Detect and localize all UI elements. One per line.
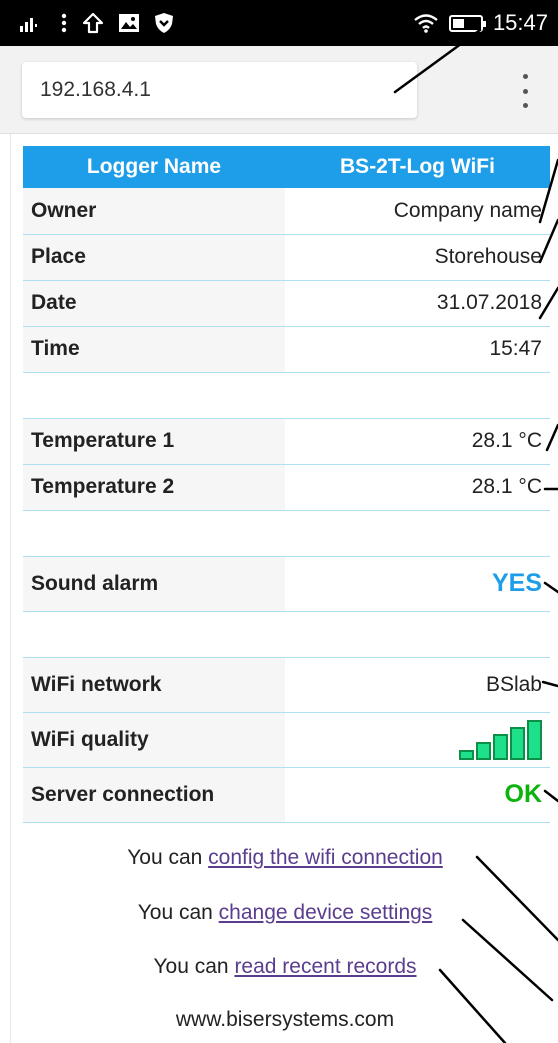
table-row-server-connection: Server connection OK [23,767,550,823]
table-spacer [23,372,550,419]
signal-bar [510,726,525,760]
footer-website: www.bisersystems.com [175,1008,395,1031]
table-row-place: Place Storehouse [23,234,550,281]
image-icon [118,13,140,33]
status-right: 15:47 [413,10,548,36]
table-row-wifi-quality: WiFi quality [23,712,550,768]
config-wifi-link[interactable]: config the wifi connection [208,846,443,869]
wifi-quality-bars-icon [459,719,542,760]
link-line-config-wifi: You can config the wifi connection [127,846,443,869]
signal-bar [527,719,542,760]
battery-icon [448,14,486,32]
wifi-network-label: WiFi network [23,657,285,713]
wifi-icon [413,13,439,33]
url-text: 192.168.4.1 [40,78,151,101]
status-left [20,12,174,34]
owner-value: Company name [285,188,550,235]
owner-label: Owner [23,188,285,235]
place-label: Place [23,234,285,281]
browser-toolbar: 192.168.4.1 [0,46,558,134]
link-line-device-settings: You can change device settings [137,901,433,924]
table-row-owner: Owner Company name [23,188,550,235]
table-spacer [23,510,550,557]
upload-icon [82,12,104,34]
sound-alarm-value: YES [491,569,542,597]
server-connection-label: Server connection [23,767,285,823]
time-value: 15:47 [285,326,550,373]
signal-bar [476,741,491,760]
menu-icon [60,13,68,33]
temperature-1-label: Temperature 1 [23,418,285,465]
header-logger-name-label: Logger Name [23,146,285,188]
temperature-2-label: Temperature 2 [23,464,285,511]
address-bar[interactable]: 192.168.4.1 [22,62,417,118]
page-content: Logger Name BS-2T-Log WiFi Owner Company… [10,134,558,1043]
wifi-quality-label: WiFi quality [23,712,285,768]
shield-icon [154,12,174,34]
status-time: 15:47 [492,10,548,35]
signal-bar [493,733,508,760]
signal-icon [20,14,46,32]
date-label: Date [23,280,285,327]
table-row-sound-alarm: Sound alarm YES [23,556,550,612]
table-spacer [23,611,550,658]
sound-alarm-label: Sound alarm [23,556,285,612]
server-connection-value: OK [504,780,543,808]
table-row-date: Date 31.07.2018 [23,280,550,327]
temperature-2-value: 28.1 °C [285,464,550,511]
wifi-network-value: BSlab [285,657,550,713]
read-recent-records-link[interactable]: read recent records [234,955,416,978]
signal-bar [459,749,474,760]
overflow-menu-icon[interactable] [512,74,538,108]
status-bar: 15:47 [0,0,558,46]
temperature-1-value: 28.1 °C [285,418,550,465]
table-row-time: Time 15:47 [23,326,550,373]
change-device-settings-link[interactable]: change device settings [219,901,433,924]
link-line-recent-records: You can read recent records [153,955,417,978]
table-row-wifi-network: WiFi network BSlab [23,657,550,713]
logger-info-table: Logger Name BS-2T-Log WiFi Owner Company… [23,146,550,823]
time-label: Time [23,326,285,373]
table-row-temperature-2: Temperature 2 28.1 °C [23,464,550,511]
table-header-row: Logger Name BS-2T-Log WiFi [23,146,550,188]
place-value: Storehouse [285,234,550,281]
table-row-temperature-1: Temperature 1 28.1 °C [23,418,550,465]
date-value: 31.07.2018 [285,280,550,327]
header-logger-name-value: BS-2T-Log WiFi [285,146,550,188]
